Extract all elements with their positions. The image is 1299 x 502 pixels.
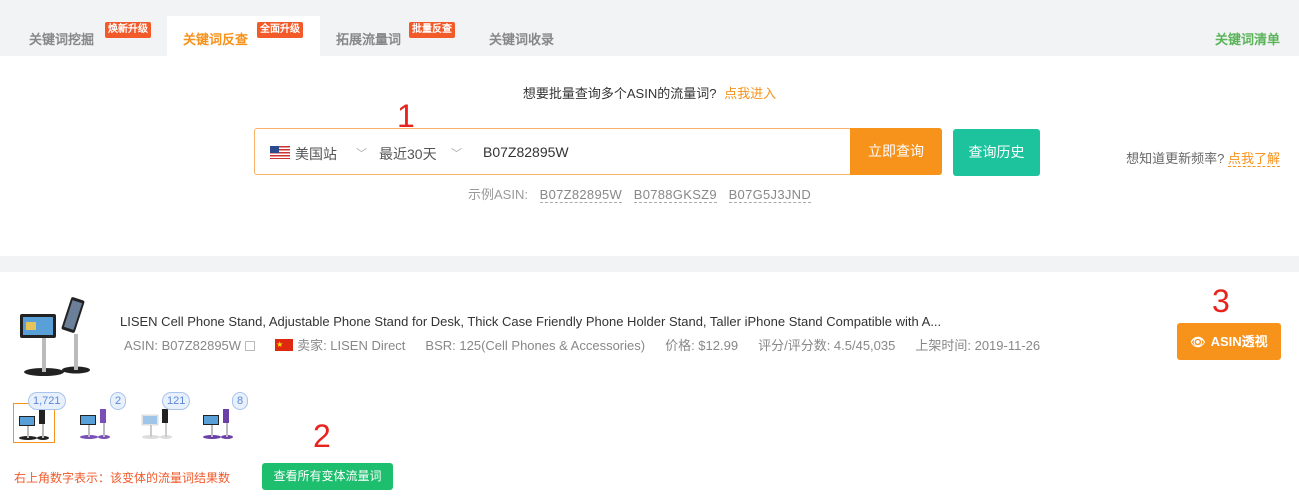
variant-count-badge: 121 [162,392,191,410]
view-all-variants-button[interactable]: 查看所有变体流量词 [262,463,393,490]
product-rating: 评分/评分数: 4.5/45,035 [758,338,896,353]
example-asin-link[interactable]: B0788GKSZ9 [633,187,717,203]
annotation-2: 2 [313,418,331,454]
asin-insight-label: ASIN透视 [1210,334,1268,349]
product-seller: 卖家: LISEN Direct [297,338,406,353]
tab-expand-traffic[interactable]: 拓展流量词 批量反查 [322,16,474,56]
product-bsr: BSR: 125(Cell Phones & Accessories) [425,338,646,353]
asin-input[interactable] [483,141,833,163]
variant-stand-image [80,409,110,439]
external-link-icon[interactable] [245,341,256,351]
tab-badge: 全面升级 [257,22,303,38]
product-image [20,297,90,376]
tab-label: 关键词反查 [183,32,249,47]
eye-icon: 👁 [1190,335,1206,349]
product-listed-date: 上架时间: 2019-11-26 [915,338,1041,353]
search-box: 美国站 ﹀ 最近30天 ﹀ [254,128,850,175]
variant-stand-image [141,409,172,439]
product-price: 价格: $12.99 [665,338,739,353]
product-asin: ASIN: B07Z82895W [124,338,242,353]
tab-keyword-reverse[interactable]: 关键词反查 全面升级 [167,16,320,56]
variant-thumbnail[interactable] [75,403,117,443]
tab-label: 拓展流量词 [336,32,402,47]
example-asin-link[interactable]: B07G5J3JND [728,187,812,203]
tab-label: 关键词挖掘 [29,32,95,47]
asin-insight-button[interactable]: 👁 ASIN透视 [1177,323,1281,360]
history-button[interactable]: 查询历史 [953,129,1040,176]
example-asin-link[interactable]: B07Z82895W [539,187,623,203]
variant-count-badge: 8 [232,392,249,410]
examples-label: 示例ASIN: [468,187,528,202]
variant-count-tip: 右上角数字表示：该变体的流量词结果数 [14,471,231,485]
freq-tip-text: 想知道更新频率? [1126,151,1225,166]
freq-tip-link[interactable]: 点我了解 [1227,151,1280,167]
batch-tip-link[interactable]: 点我进入 [724,86,776,101]
chevron-down-icon[interactable]: ﹀ [451,145,462,161]
annotation-3: 3 [1212,283,1230,319]
variant-count-badge: 2 [110,392,127,410]
tab-badge: 焕新升级 [105,22,151,38]
update-frequency-tip: 想知道更新频率? 点我了解 [1126,148,1280,167]
tab-keyword-mining[interactable]: 关键词挖掘 焕新升级 [14,16,164,56]
tab-keyword-indexing[interactable]: 关键词收录 [475,16,595,56]
product-title[interactable]: LISEN Cell Phone Stand, Adjustable Phone… [120,314,941,329]
keyword-list-link[interactable]: 关键词清单 [1215,29,1280,48]
range-select[interactable]: 最近30天 [379,144,437,164]
chevron-down-icon[interactable]: ﹀ [356,145,367,161]
variant-stand-image [203,409,233,439]
query-button[interactable]: 立即查询 [850,128,942,175]
section-divider [0,256,1299,272]
tab-label: 关键词收录 [489,32,555,47]
batch-query-tip: 想要批量查询多个ASIN的流量词? 点我进入 [0,83,1299,102]
variant-thumbnail[interactable] [198,403,240,443]
batch-tip-text: 想要批量查询多个ASIN的流量词? [522,86,717,101]
site-select[interactable]: 美国站 [295,144,337,164]
us-flag-icon [270,146,290,159]
variant-stand-image [19,410,49,440]
product-meta: ASIN: B07Z82895W 卖家: LISEN Direct BSR: 125… [120,336,1130,355]
tab-badge: 批量反查 [409,22,455,38]
example-asins: 示例ASIN: B07Z82895W B0788GKSZ9 B07G5J3JND [468,184,812,203]
china-flag-icon [275,336,294,354]
variant-count-badge: 1,721 [28,392,66,410]
